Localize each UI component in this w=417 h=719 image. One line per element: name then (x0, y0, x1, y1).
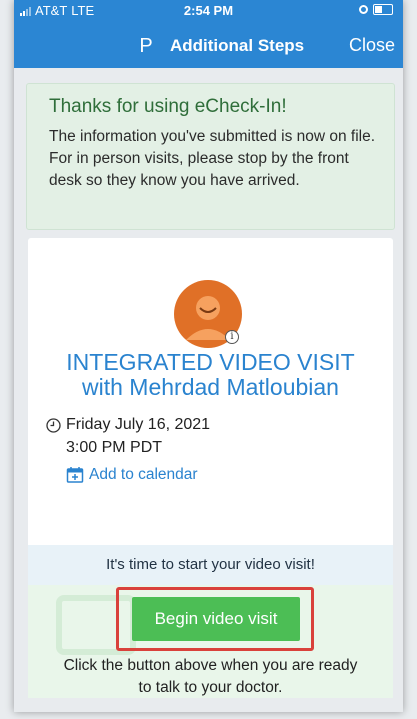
visit-time: 3:00 PM PDT (66, 439, 163, 456)
clock-icon (46, 418, 61, 433)
phone-screen: AT&T LTE 2:54 PM P Additional Steps Clos… (14, 0, 403, 712)
visit-date: Friday July 16, 2021 (66, 416, 211, 433)
visit-type: INTEGRATED VIDEO VISIT (66, 349, 355, 375)
app-logo-icon: P (139, 35, 153, 57)
add-to-calendar-link[interactable]: Add to calendar (89, 466, 198, 484)
visit-provider: with Mehrdad Matloubian (82, 374, 339, 400)
visit-title: INTEGRATED VIDEO VISIT with Mehrdad Matl… (28, 350, 393, 400)
confirmation-title: Thanks for using eCheck-In! (49, 96, 287, 117)
page-title: Additional Steps (170, 36, 305, 55)
begin-video-visit-button[interactable]: Begin video visit (132, 597, 300, 641)
status-time: 2:54 PM (183, 3, 234, 18)
close-button[interactable]: Close (349, 35, 395, 56)
instructions-line-2: to talk to your doctor. (138, 679, 283, 696)
nav-bar: P Additional Steps Close (14, 22, 403, 68)
video-ready-banner: It's time to start your video visit! (28, 545, 393, 585)
status-right (359, 4, 393, 15)
info-icon[interactable]: i (225, 330, 239, 344)
instructions-line-1: Click the button above when you are read… (63, 657, 358, 674)
status-bar: AT&T LTE 2:54 PM (14, 0, 403, 22)
video-instructions: Click the button above when you are read… (28, 655, 393, 699)
battery-icon (373, 4, 393, 15)
lock-icon (359, 5, 368, 14)
confirmation-card: Thanks for using eCheck-In! The informat… (26, 83, 395, 230)
confirmation-message: The information you've submitted is now … (49, 128, 376, 189)
calendar-icon[interactable] (66, 466, 84, 484)
visit-card: i INTEGRATED VIDEO VISIT with Mehrdad Ma… (28, 238, 393, 698)
video-start-area: Begin video visit Click the button above… (28, 585, 393, 698)
